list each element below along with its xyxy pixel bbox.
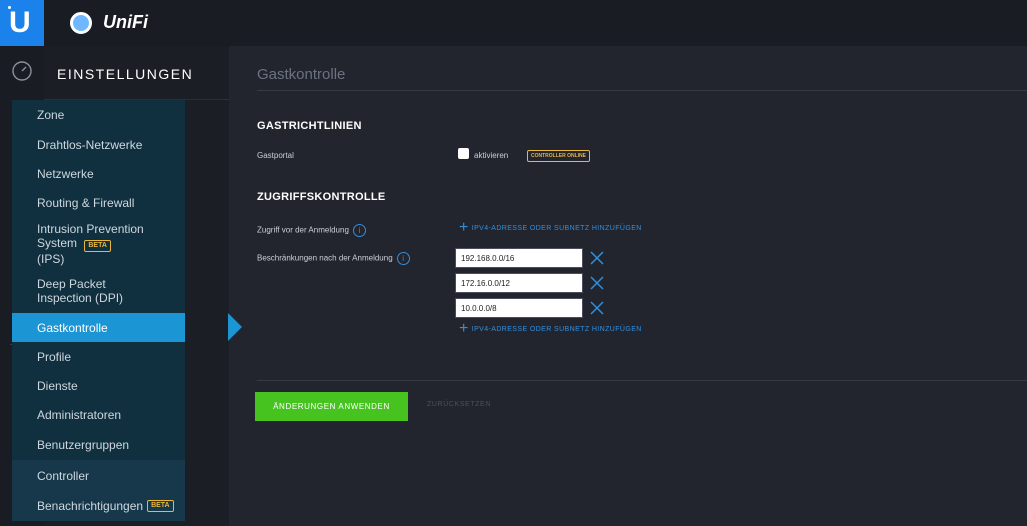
active-indicator xyxy=(228,313,242,341)
sidebar-item-label: Netzwerke xyxy=(37,166,94,181)
sidebar-item-services[interactable]: Dienste xyxy=(12,371,185,400)
plus-icon: + xyxy=(459,219,469,236)
divider xyxy=(257,90,1027,91)
add-link-label: IPV4-ADRESSE ODER SUBNETZ HINZUFÜGEN xyxy=(471,224,642,232)
sidebar-item-label: Benutzergruppen xyxy=(37,437,130,452)
sidebar-item-label: (IPS) xyxy=(37,251,65,266)
sidebar-item-label: Gastkontrolle xyxy=(37,320,108,335)
apply-changes-button[interactable]: ÄNDERUNGEN ANWENDEN xyxy=(255,392,408,421)
guest-portal-checkbox[interactable] xyxy=(458,148,469,159)
sidebar-item-label: Profile xyxy=(37,349,72,364)
restriction-input[interactable]: 192.168.0.0/16 xyxy=(455,248,583,268)
reset-button[interactable]: ZURÜCKSETZEN xyxy=(427,401,491,408)
restriction-input[interactable]: 10.0.0.0/8 xyxy=(455,298,583,318)
sidebar-item-label: Routing & Firewall xyxy=(37,196,135,210)
add-pre-auth-subnet-link[interactable]: + IPV4-ADRESSE ODER SUBNETZ HINZUFÜGEN xyxy=(459,219,642,236)
sidebar-item-administrators[interactable]: Administratoren xyxy=(12,400,185,429)
sidebar-item-networks[interactable]: Netzwerke xyxy=(12,159,185,188)
post-auth-restrictions-label: Beschränkungen nach der Anmeldung i xyxy=(257,252,410,265)
unifi-logo-icon xyxy=(70,12,92,34)
sidebar-item-zone[interactable]: Zone xyxy=(12,100,185,130)
guest-portal-label: Gastportal xyxy=(257,151,294,160)
top-bar: U UniFi xyxy=(0,0,1027,46)
info-icon[interactable]: i xyxy=(352,224,366,237)
section-heading-guest-policies: GASTRICHTLINIEN xyxy=(257,120,362,132)
plus-icon: + xyxy=(459,320,469,337)
sidebar-item-label: Drahtlos-Netzwerke xyxy=(37,137,143,152)
sidebar-item-controller[interactable]: Controller xyxy=(12,460,185,491)
remove-restriction-icon[interactable] xyxy=(590,251,604,265)
dashboard-icon[interactable] xyxy=(11,60,33,82)
sidebar-item-profiles[interactable]: Profile xyxy=(12,342,185,371)
sidebar-item-label: Controller xyxy=(37,468,90,483)
main-content: Gastkontrolle GASTRICHTLINIEN Gastportal… xyxy=(241,46,1027,526)
sidebar-item-routing-firewall[interactable]: Routing & Firewall xyxy=(12,188,185,218)
remove-restriction-icon[interactable] xyxy=(590,276,604,290)
sidebar-item-label: Dienste xyxy=(37,378,78,393)
pre-auth-access-label: Zugriff vor der Anmeldung i xyxy=(257,224,366,237)
controller-online-badge: CONTROLLER ONLINE xyxy=(527,150,590,162)
brand-title: UniFi xyxy=(103,12,148,32)
sidebar-item-user-groups[interactable]: Benutzergruppen xyxy=(12,429,185,460)
info-icon[interactable]: i xyxy=(396,252,410,265)
section-heading-access-control: ZUGRIFFSKONTROLLE xyxy=(257,191,386,203)
sidebar-item-wireless-networks[interactable]: Drahtlos-Netzwerke xyxy=(12,130,185,159)
page-title: Gastkontrolle xyxy=(257,66,346,83)
sidebar-item-label: Administratoren xyxy=(37,407,122,422)
sidebar-item-ips[interactable]: Intrusion Prevention System BETA (IPS) xyxy=(12,218,185,269)
settings-title: EINSTELLUNGEN xyxy=(57,66,194,82)
sidebar-item-dpi[interactable]: Deep Packet Inspection (DPI) xyxy=(12,269,185,313)
sidebar-item-label: Deep Packet xyxy=(37,277,106,291)
add-post-auth-subnet-link[interactable]: + IPV4-ADRESSE ODER SUBNETZ HINZUFÜGEN xyxy=(459,320,642,337)
beta-badge: BETA xyxy=(84,239,111,252)
sidebar-item-label: Benachrichtigungen xyxy=(37,499,144,513)
beta-badge: BETA xyxy=(147,500,174,512)
divider xyxy=(257,380,1027,381)
remove-restriction-icon[interactable] xyxy=(590,301,604,315)
activate-label: aktivieren xyxy=(474,151,509,160)
sidebar-item-label: Zone xyxy=(37,108,65,122)
sidebar-item-guest-control[interactable]: Gastkontrolle xyxy=(12,313,185,342)
pre-auth-access-text: Zugriff vor der Anmeldung xyxy=(257,225,349,235)
post-auth-restrictions-text: Beschränkungen nach der Anmeldung xyxy=(257,253,393,263)
add-link-label: IPV4-ADRESSE ODER SUBNETZ HINZUFÜGEN xyxy=(471,325,642,333)
sidebar-item-label: Inspection (DPI) xyxy=(37,291,124,305)
sidebar-item-notifications[interactable]: Benachrichtigungen BETA xyxy=(12,491,185,521)
ubiquiti-logo[interactable]: U xyxy=(0,0,44,46)
restriction-input[interactable]: 172.16.0.0/12 xyxy=(455,273,583,293)
